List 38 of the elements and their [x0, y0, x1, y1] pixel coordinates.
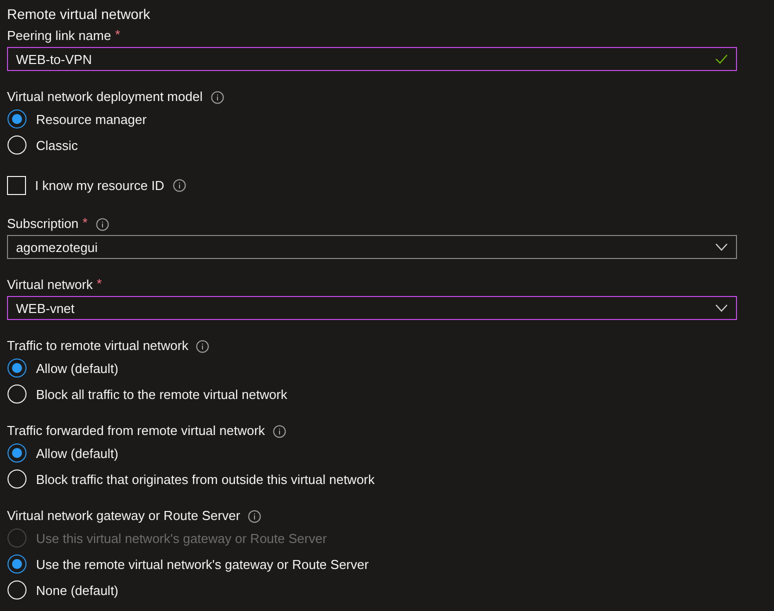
info-icon[interactable]: [210, 90, 224, 104]
radio-button[interactable]: [7, 554, 27, 574]
radio-button[interactable]: [7, 443, 27, 463]
field-label: Virtual network deployment model: [7, 88, 203, 106]
required-asterisk: *: [82, 215, 88, 231]
required-asterisk: *: [96, 276, 102, 292]
radio-label: Allow (default): [36, 360, 118, 376]
field-label: Traffic forwarded from remote virtual network: [7, 422, 265, 440]
radio-label: Block traffic that originates from outside this virtual network: [36, 472, 375, 486]
info-icon[interactable]: [196, 340, 210, 352]
radio-label: Allow (default): [36, 446, 118, 460]
field-label: Peering link name: [7, 27, 112, 45]
checkbox[interactable]: [7, 176, 26, 194]
radio-label: Block all traffic to the remote virtual network: [36, 386, 288, 402]
chevron-down-icon: [715, 243, 728, 251]
field-label: Virtual network gateway or Route Server: [7, 507, 240, 525]
checkbox-label: I know my resource ID: [35, 178, 164, 192]
radio-label: Resource manager: [36, 112, 147, 126]
dropdown[interactable]: agomezotegui: [7, 235, 737, 259]
radio-label: Classic: [36, 138, 78, 152]
chevron-down-icon: [715, 304, 728, 312]
radio-button[interactable]: [7, 109, 27, 129]
check-icon: [715, 54, 728, 64]
info-icon[interactable]: [248, 510, 262, 522]
radio-button[interactable]: [7, 358, 27, 378]
radio-label: Use the remote virtual network's gateway or Route Server: [36, 556, 369, 572]
field-label: Subscription: [7, 215, 79, 233]
required-asterisk: *: [115, 27, 120, 43]
info-icon[interactable]: [96, 218, 109, 230]
radio-label: Use this virtual network's gateway or Route Server: [36, 530, 327, 546]
field-label: Virtual network: [7, 276, 93, 294]
text-input[interactable]: WEB-to-VPN: [7, 47, 737, 71]
section-title: Remote virtual network: [7, 5, 152, 23]
dropdown[interactable]: WEB-vnet: [7, 296, 737, 320]
info-icon[interactable]: [173, 178, 186, 192]
field-label: Traffic to remote virtual network: [7, 337, 188, 355]
info-icon[interactable]: [272, 424, 286, 438]
radio-label: None (default): [36, 582, 118, 598]
